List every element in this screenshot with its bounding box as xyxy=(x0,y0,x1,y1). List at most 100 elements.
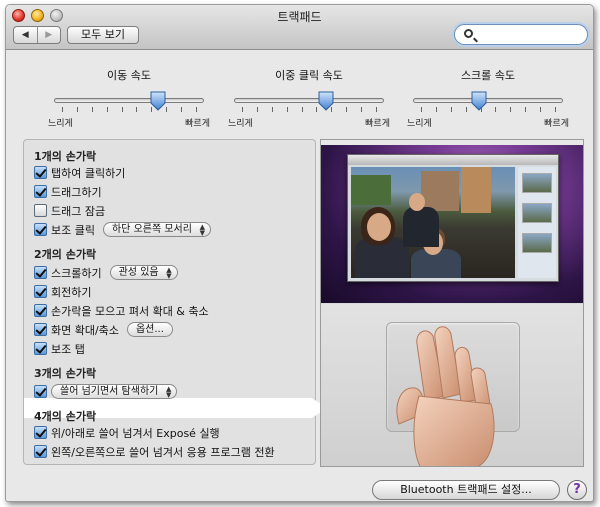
tracking-speed-slider[interactable]: 이동 속도 느리게 빠르게 xyxy=(48,67,210,129)
thumbnail-image xyxy=(522,203,552,223)
slider-tick-mark xyxy=(196,107,197,112)
popup-arrows-icon: ▲ ▼ xyxy=(165,385,172,399)
slider-track[interactable] xyxy=(54,98,204,103)
three-finger-swipe-popup[interactable]: 쓸어 넘기면서 탐색하기 ▲ ▼ xyxy=(51,384,178,399)
screen-zoom-options-button[interactable]: 옵션... xyxy=(126,322,173,337)
preview-thumbnail-sidebar xyxy=(518,167,556,278)
pinch-zoom-checkbox[interactable] xyxy=(34,304,47,317)
tap-to-click-label: 탭하여 클릭하기 xyxy=(51,166,126,180)
double-click-speed-slider[interactable]: 이중 클릭 속도 느리게 빠르게 xyxy=(228,67,390,129)
expose-checkbox[interactable] xyxy=(34,426,47,439)
pinch-zoom-row[interactable]: 손가락을 모으고 펴서 확대 & 축소 xyxy=(34,302,209,319)
drag-lock-checkbox[interactable] xyxy=(34,204,47,217)
dragging-checkbox[interactable] xyxy=(34,185,47,198)
thumbnail-image xyxy=(522,233,552,253)
slider-tick-mark xyxy=(271,107,273,112)
popup-arrows-icon: ▲ ▼ xyxy=(199,223,205,237)
preview-desktop-screen xyxy=(321,140,583,303)
secondary-click-popup[interactable]: 하단 오른쪽 모서리 ▲ ▼ xyxy=(102,222,211,237)
slider-track[interactable] xyxy=(234,98,384,103)
secondary-tap-row[interactable]: 보조 탭 xyxy=(34,340,85,357)
scroll-speed-slider[interactable]: 스크롤 속도 느리게 빠르게 xyxy=(407,67,569,129)
slider-tick-mark xyxy=(91,107,93,112)
four-finger-heading: 4개의 손가락 xyxy=(34,410,97,423)
scroll-label: 스크롤하기 xyxy=(51,266,102,280)
slider-ticks xyxy=(54,107,204,112)
slider-max-label: 빠르게 xyxy=(544,119,569,129)
window-title: 트랙패드 xyxy=(277,10,322,24)
slider-max-label: 빠르게 xyxy=(365,119,390,129)
tap-to-click-checkbox[interactable] xyxy=(34,166,47,179)
slider-tick-mark xyxy=(286,107,288,112)
secondary-click-popup-value: 하단 오른쪽 모서리 xyxy=(111,224,192,235)
slider-thumb[interactable] xyxy=(150,91,166,111)
help-button[interactable]: ? xyxy=(567,480,587,500)
slider-tick-mark xyxy=(121,107,123,112)
search-icon xyxy=(464,29,473,38)
expose-row[interactable]: 위/아래로 쓸어 넘겨서 Exposé 실행 xyxy=(34,424,220,441)
slider-label: 이동 속도 xyxy=(107,69,151,82)
app-switch-row[interactable]: 왼쪽/오른쪽으로 쓸어 넘겨서 응용 프로그램 전환 xyxy=(34,443,275,460)
show-all-button[interactable]: 모두 보기 xyxy=(67,26,139,44)
slider-tick-mark xyxy=(256,107,258,112)
screen-zoom-row[interactable]: 화면 확대/축소 옵션... xyxy=(34,321,173,338)
rotate-row[interactable]: 회전하기 xyxy=(34,283,91,300)
slider-tick-mark xyxy=(435,107,437,112)
three-finger-swipe-row[interactable]: 쓸어 넘기면서 탐색하기 ▲ ▼ xyxy=(34,383,178,400)
person-face-shape xyxy=(367,213,391,241)
rotate-label: 회전하기 xyxy=(51,285,92,299)
person-body-shape xyxy=(403,207,439,247)
expose-label: 위/아래로 쓸어 넘겨서 Exposé 실행 xyxy=(51,426,220,440)
slider-tick-mark xyxy=(181,107,183,112)
drag-lock-row[interactable]: 드래그 잠금 xyxy=(34,202,105,219)
slider-tick-mark xyxy=(540,107,542,112)
secondary-tap-checkbox[interactable] xyxy=(34,342,47,355)
popup-arrows-icon: ▲ ▼ xyxy=(166,266,172,280)
slider-label: 이중 클릭 속도 xyxy=(275,69,343,82)
tap-to-click-row[interactable]: 탭하여 클릭하기 xyxy=(34,164,125,181)
slider-min-label: 느리게 xyxy=(48,119,73,129)
slider-thumb[interactable] xyxy=(318,91,334,111)
person-face-shape xyxy=(409,193,425,211)
gesture-preview-video xyxy=(320,139,584,467)
secondary-click-checkbox[interactable] xyxy=(34,223,47,236)
slider-ticks xyxy=(234,107,384,112)
screen-zoom-checkbox[interactable] xyxy=(34,323,47,336)
preview-window-titlebar xyxy=(348,155,558,165)
slider-tick-mark xyxy=(465,107,467,112)
preview-photo xyxy=(351,167,515,278)
slider-tick-mark xyxy=(495,107,497,112)
dragging-row[interactable]: 드래그하기 xyxy=(34,183,102,200)
building-shape xyxy=(421,171,459,211)
slider-tick-mark xyxy=(376,107,377,112)
slider-tick-mark xyxy=(555,107,556,112)
scroll-momentum-popup[interactable]: 관성 있음 ▲ ▼ xyxy=(109,265,178,280)
drag-lock-label: 드래그 잠금 xyxy=(51,204,106,218)
secondary-click-row[interactable]: 보조 클릭 하단 오른쪽 모서리 ▲ ▼ xyxy=(34,221,211,238)
three-finger-swipe-checkbox[interactable] xyxy=(34,385,47,398)
bluetooth-trackpad-setup-button[interactable]: Bluetooth 트랙패드 설정... xyxy=(372,480,560,500)
building-shape xyxy=(461,167,491,213)
titlebar: 트랙패드 ◀ ▶ 모두 보기 xyxy=(6,5,593,50)
screen-zoom-label: 화면 확대/축소 xyxy=(51,323,119,337)
slider-ticks xyxy=(413,107,563,112)
slider-track[interactable] xyxy=(413,98,563,103)
search-field[interactable] xyxy=(454,24,588,45)
app-switch-label: 왼쪽/오른쪽으로 쓸어 넘겨서 응용 프로그램 전환 xyxy=(51,445,275,459)
slider-tick-mark xyxy=(76,107,78,112)
slider-thumb[interactable] xyxy=(471,91,487,111)
scroll-row[interactable]: 스크롤하기 관성 있음 ▲ ▼ xyxy=(34,264,178,281)
one-finger-heading: 1개의 손가락 xyxy=(34,150,97,163)
scroll-checkbox[interactable] xyxy=(34,266,47,279)
rotate-checkbox[interactable] xyxy=(34,285,47,298)
back-arrow-icon[interactable]: ◀ xyxy=(14,27,37,43)
two-finger-heading: 2개의 손가락 xyxy=(34,248,97,261)
three-finger-heading: 3개의 손가락 xyxy=(34,367,97,380)
app-switch-checkbox[interactable] xyxy=(34,445,47,458)
slider-tick-mark xyxy=(62,107,63,112)
scroll-momentum-popup-value: 관성 있음 xyxy=(118,267,159,278)
gesture-list-panel: 1개의 손가락 탭하여 클릭하기 드래그하기 드래그 잠금 보조 클릭 하단 오… xyxy=(23,139,327,465)
back-forward-control: ◀ ▶ xyxy=(13,26,61,44)
forward-arrow-icon[interactable]: ▶ xyxy=(36,27,61,43)
secondary-tap-label: 보조 탭 xyxy=(51,342,85,356)
